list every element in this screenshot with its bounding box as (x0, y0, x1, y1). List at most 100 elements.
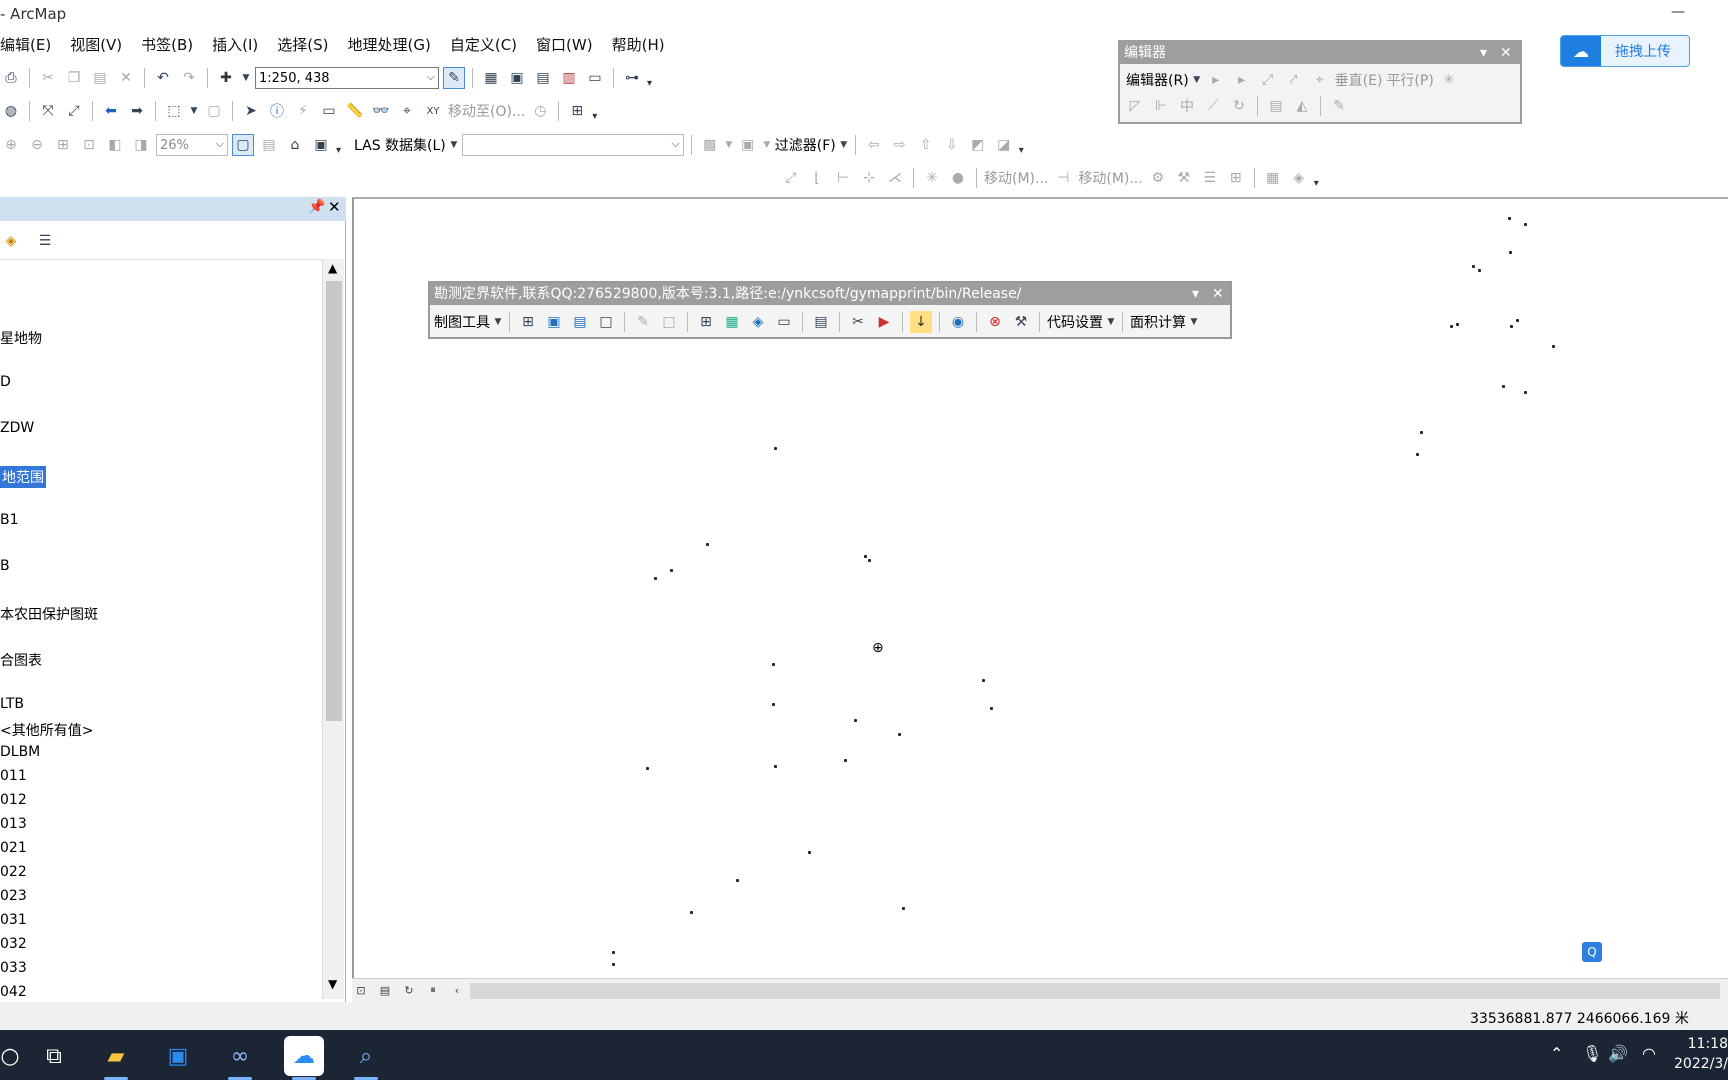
delete-icon[interactable]: ✕ (115, 67, 137, 89)
task-view-icon[interactable]: ⧉ (34, 1036, 74, 1076)
toc-vertical-scrollbar[interactable]: ▲ ▼ (322, 259, 344, 999)
3d-view-icon[interactable]: ◪ (993, 134, 1015, 156)
create-features-icon[interactable]: ✎ (1328, 95, 1350, 117)
menu-selection[interactable]: 选择(S) (277, 34, 328, 55)
tool-icon[interactable]: ⚒ (1010, 311, 1032, 333)
table-window-icon[interactable]: ▦ (480, 67, 502, 89)
identify-icon[interactable]: ⓘ (266, 100, 288, 122)
arrow-left-icon[interactable]: ⇦ (863, 134, 885, 156)
layer-item[interactable]: 042 (0, 984, 27, 999)
find-route-icon[interactable]: ⌖ (396, 100, 418, 122)
copy-icon[interactable]: ❐ (63, 67, 85, 89)
menu-customize[interactable]: 自定义(C) (450, 34, 517, 55)
pause-icon[interactable]: ⏸ (424, 981, 442, 999)
refresh-icon[interactable]: ↻ (400, 981, 418, 999)
edit-tool-icon[interactable]: ▸ (1205, 69, 1227, 91)
wifi-icon[interactable]: ◠ (1642, 1044, 1656, 1063)
union-icon[interactable]: ◈ (1288, 167, 1310, 189)
chevron-down-icon[interactable]: ▼ (1107, 311, 1115, 333)
globe-icon[interactable]: ◍ (0, 100, 22, 122)
vertical-label[interactable]: 垂直(E) (1335, 70, 1383, 90)
menu-windows[interactable]: 窗口(W) (536, 34, 593, 55)
chevron-down-icon[interactable]: ▼ (241, 67, 251, 89)
file-explorer-icon[interactable]: ▰ (96, 1036, 136, 1080)
surface-symbology-icon[interactable]: ▣ (737, 134, 759, 156)
layer-item[interactable]: 033 (0, 960, 27, 976)
layer-item[interactable]: 星地物 (0, 328, 42, 348)
close-icon[interactable]: ✕ (1500, 42, 1512, 64)
clock[interactable]: 11:18 2022/3/ (1674, 1034, 1728, 1074)
data-driven-pages-icon[interactable]: ▣ (310, 134, 332, 156)
add-data-icon[interactable]: ✚ (215, 67, 237, 89)
reshape-icon[interactable]: ⊩ (1150, 95, 1172, 117)
print-icon[interactable]: ⎙ (0, 67, 22, 89)
trim-icon[interactable]: ⊹ (858, 167, 880, 189)
generalize-icon[interactable]: ● (947, 167, 969, 189)
split-tool-icon[interactable]: ⟋ (1202, 95, 1224, 117)
point-icon[interactable]: ⌖ (1309, 69, 1331, 91)
fillet-icon[interactable]: ⌊ (806, 167, 828, 189)
minimize-button[interactable]: — (1666, 0, 1690, 24)
list-by-source-icon[interactable]: ◈ (0, 230, 22, 252)
search-icon[interactable]: ○ (0, 1036, 30, 1076)
layer-item[interactable]: DLBM (0, 744, 40, 760)
layout-grid-icon[interactable]: ⊞ (695, 311, 717, 333)
edit-vertices-icon[interactable]: ◸ (1124, 95, 1146, 117)
fixed-zoom-out-icon[interactable]: ⤢ (63, 100, 85, 122)
scroll-left-icon[interactable]: ‹ (448, 981, 466, 999)
toolbox-icon[interactable]: ▥ (558, 67, 580, 89)
zoom-out-page-icon[interactable]: ⊖ (26, 134, 48, 156)
layer-item[interactable]: 023 (0, 888, 27, 904)
add-layer-icon[interactable]: ▦ (721, 311, 743, 333)
layer-item[interactable]: 032 (0, 936, 27, 952)
smooth-icon[interactable]: ⚒ (1173, 167, 1195, 189)
layer-item[interactable]: LTB (0, 696, 24, 712)
monitor-icon[interactable]: ▤ (569, 311, 591, 333)
explode-icon[interactable]: ✳ (921, 167, 943, 189)
cut-polygons-icon[interactable]: 中 (1176, 95, 1198, 117)
infinity-app-icon[interactable]: ∞ (220, 1036, 260, 1080)
search-window-icon[interactable]: ▤ (532, 67, 554, 89)
redo-icon[interactable]: ↷ (178, 67, 200, 89)
split-icon[interactable]: ⊞ (1225, 167, 1247, 189)
menu-geoprocessing[interactable]: 地理处理(G) (348, 34, 431, 55)
arrow-up-icon[interactable]: ⇧ (915, 134, 937, 156)
toolbar-grip[interactable]: ▾ (647, 67, 655, 89)
options-icon[interactable]: ☰ (34, 230, 56, 252)
menu-view[interactable]: 视图(V) (70, 34, 122, 55)
layer-item[interactable]: 022 (0, 864, 27, 880)
zoom-percent-combo[interactable]: 26% ⌵ (156, 134, 228, 156)
toolbar-grip[interactable]: ▾ (1019, 134, 1027, 156)
toolbar-grip[interactable]: ▾ (1314, 167, 1322, 189)
editor-window-header[interactable]: 编辑器 ▾ ✕ (1120, 42, 1520, 64)
change-layout-icon[interactable]: ⌂ (284, 134, 306, 156)
layer-item[interactable]: <其他所有值> (0, 720, 93, 740)
scale-combo[interactable]: 1:250, 438 ⌵ (255, 67, 439, 89)
scroll-down-icon[interactable]: ▼ (328, 977, 337, 991)
drag-upload-button[interactable]: ☁ 拖拽上传 (1560, 35, 1690, 67)
move-m-button-2[interactable]: 移动(M)... (1078, 168, 1142, 188)
fixed-zoom-in-icon[interactable]: ⤧ (37, 100, 59, 122)
export-icon[interactable]: ▶ (873, 311, 895, 333)
menu-insert[interactable]: 插入(I) (212, 34, 258, 55)
chevron-down-icon[interactable]: ▼ (725, 134, 733, 156)
layer-item[interactable]: 合图表 (0, 650, 42, 670)
las-layer-combo[interactable]: ⌵ (461, 134, 684, 156)
catalog-icon[interactable]: ▣ (506, 67, 528, 89)
menu-edit[interactable]: 编辑(E) (0, 34, 51, 55)
quick-search-icon[interactable]: Q (1582, 942, 1602, 962)
edit-icon[interactable]: ✎ (632, 311, 654, 333)
las-dataset-menu[interactable]: LAS 数据集(L) (354, 135, 446, 155)
line-intersection-icon[interactable]: ⋌ (884, 167, 906, 189)
undo-icon[interactable]: ↶ (152, 67, 174, 89)
hyperlink-icon[interactable]: ⚡ (292, 100, 314, 122)
layer-item[interactable]: ZDW (0, 420, 34, 436)
python-window-icon[interactable]: ▭ (584, 67, 606, 89)
copy-features-icon[interactable]: ⤢ (780, 167, 802, 189)
attributes-icon[interactable]: ▤ (1265, 95, 1287, 117)
next-extent-icon[interactable]: ◨ (130, 134, 152, 156)
toolbar-grip[interactable]: ▾ (336, 134, 344, 156)
select-features-icon[interactable]: ⬚ (163, 100, 185, 122)
chevron-down-icon[interactable]: ▼ (189, 100, 199, 122)
editor-menu[interactable]: 编辑器(R) (1126, 70, 1189, 90)
